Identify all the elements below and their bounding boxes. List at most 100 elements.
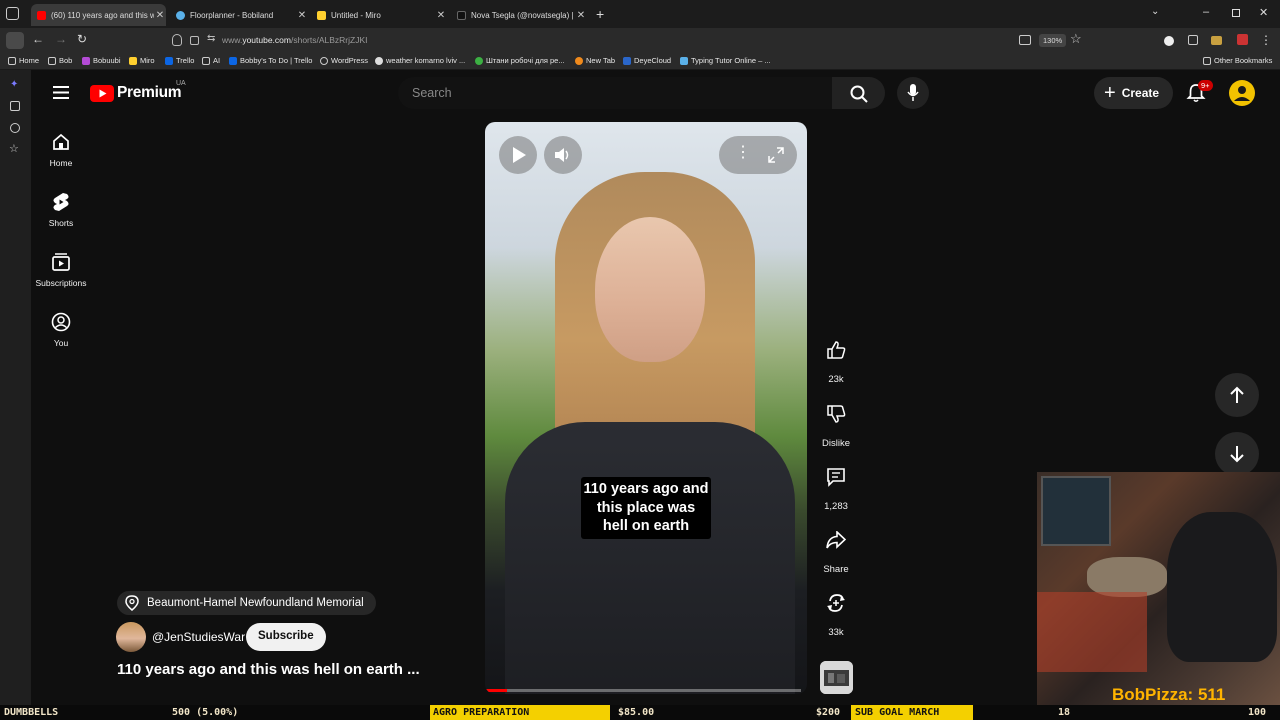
collections-icon[interactable] <box>10 101 20 111</box>
comment-icon <box>827 468 845 487</box>
reload-icon[interactable]: ↻ <box>77 32 87 46</box>
bookmark-bobbys-todo[interactable]: Bobby's To Do | Trello <box>229 56 312 65</box>
bookmark-ai[interactable]: AI <box>202 56 220 65</box>
volume-button[interactable] <box>544 136 582 174</box>
miro-favicon-icon <box>317 10 326 20</box>
create-button[interactable]: + Create <box>1094 77 1173 109</box>
bookmark-miro[interactable]: Miro <box>129 56 155 65</box>
previous-short-button[interactable] <box>1215 373 1259 417</box>
search-input[interactable]: Search <box>398 77 832 109</box>
next-short-button[interactable] <box>1215 432 1259 476</box>
history-icon[interactable] <box>10 123 20 133</box>
hamburger-menu-icon[interactable] <box>53 86 69 99</box>
bookmark-bobuubi[interactable]: Bobuubi <box>82 56 121 65</box>
extensions-puzzle-icon[interactable] <box>1188 35 1198 45</box>
extension-icon[interactable] <box>1164 36 1174 46</box>
volume-icon <box>555 148 569 162</box>
share-button[interactable]: Share <box>811 522 861 575</box>
bookmark-label: Home <box>19 56 40 65</box>
zoom-level[interactable]: 130% <box>1039 34 1067 47</box>
avatar[interactable] <box>1229 80 1255 106</box>
close-tab-icon[interactable]: ✕ <box>154 10 166 21</box>
video-subject-face <box>595 217 705 362</box>
location-pin-icon <box>125 595 139 611</box>
lock-icon[interactable] <box>190 36 199 45</box>
close-tab-icon[interactable]: ✕ <box>296 10 308 21</box>
voice-search-button[interactable] <box>897 77 929 109</box>
bookmark-home[interactable]: Home <box>8 56 39 65</box>
like-button[interactable]: 23k <box>811 332 861 385</box>
shield-icon[interactable] <box>172 34 182 46</box>
bookmark-weather[interactable]: weather komarno lviv ... <box>375 56 465 65</box>
short-title[interactable]: 110 years ago and this was hell on earth… <box>117 661 420 678</box>
more-options-icon[interactable]: ⋮ <box>735 145 751 161</box>
bookmark-bob[interactable]: Bob <box>48 56 72 65</box>
tab-actions-icon[interactable] <box>6 7 19 20</box>
bookmark-star-icon[interactable]: ☆ <box>1070 31 1082 47</box>
forward-icon[interactable]: → <box>55 32 67 46</box>
youtube-logo[interactable]: Premium <box>90 84 182 102</box>
dislike-button[interactable]: Dislike <box>811 396 861 449</box>
tab-label: Untitled - Miro <box>331 10 381 20</box>
bookmark-label: Other Bookmarks <box>1214 56 1273 65</box>
youtube-favicon-icon <box>37 10 46 20</box>
tab-tiktok[interactable]: Nova Tsegla (@novatsegla) | Ti ✕ <box>451 4 587 26</box>
search-button[interactable] <box>832 77 885 109</box>
subscribe-button[interactable]: Subscribe <box>246 623 326 651</box>
thumbs-down-icon <box>827 405 846 423</box>
channel-avatar[interactable] <box>116 622 146 652</box>
screenshot-icon[interactable] <box>1019 35 1031 45</box>
tab-youtube[interactable]: (60) 110 years ago and this was ✕ <box>31 4 166 26</box>
like-count: 23k <box>828 374 844 385</box>
menu-icon[interactable]: ⋮ <box>1260 33 1272 47</box>
close-tab-icon[interactable]: ✕ <box>575 10 587 21</box>
close-window-icon[interactable]: ✕ <box>1259 6 1268 19</box>
stream-ticker: DUMBBELLS 500 (5.00%) AGRO PREPARATION $… <box>0 705 1280 720</box>
favorites-icon[interactable]: ☆ <box>9 142 19 155</box>
bookmark-other[interactable]: Other Bookmarks <box>1203 56 1272 65</box>
video-progress-bar[interactable] <box>485 689 801 692</box>
maximize-icon[interactable] <box>1232 9 1240 17</box>
sidebar-item-subscriptions[interactable]: Subscriptions <box>31 252 91 288</box>
remix-button[interactable]: 33k <box>811 585 861 638</box>
tab-search-chevron-icon[interactable]: ⌄ <box>1151 6 1159 17</box>
short-video-player[interactable]: ⋮ 110 years ago and this place was hell … <box>485 122 807 694</box>
webcam-monitor <box>1041 476 1111 546</box>
location-chip[interactable]: Beaumont-Hamel Newfoundland Memorial <box>117 591 376 615</box>
bookmark-trello[interactable]: Trello <box>165 56 194 65</box>
bookmark-new-tab[interactable]: New Tab <box>575 56 615 65</box>
bookmark-wordpress[interactable]: WordPress <box>320 56 368 65</box>
video-subject-jacket <box>505 422 795 694</box>
comments-button[interactable]: 1,283 <box>811 459 861 512</box>
bookmark-deyecloud[interactable]: DeyeCloud <box>623 56 671 65</box>
arrow-up-icon <box>1230 386 1244 403</box>
sidebar-item-you[interactable]: You <box>31 312 91 348</box>
extension-badge-icon[interactable] <box>1237 34 1248 45</box>
fullscreen-icon[interactable] <box>768 147 784 163</box>
minimize-icon[interactable]: – <box>1203 6 1209 18</box>
webcam-label: BobPizza: 511 <box>1112 685 1226 704</box>
bookmark-label: weather komarno lviv ... <box>386 56 466 65</box>
sidebar-item-shorts[interactable]: Shorts <box>31 192 91 228</box>
site-settings-icon[interactable]: ⇆ <box>207 33 215 44</box>
bookmark-typing-tutor[interactable]: Typing Tutor Online – ... <box>680 56 771 65</box>
close-tab-icon[interactable]: ✕ <box>435 10 447 21</box>
bookmark-shtany[interactable]: Штани робочі для ре... <box>475 56 565 65</box>
tab-miro[interactable]: Untitled - Miro ✕ <box>311 4 447 26</box>
sidebar-item-home[interactable]: Home <box>31 132 91 168</box>
ticker-item: SUB GOAL MARCH <box>855 707 940 718</box>
url-field[interactable]: www.youtube.com/shorts/ALBzRrjZJKI <box>222 35 368 45</box>
folder-icon <box>202 56 210 65</box>
sound-thumbnail[interactable] <box>820 661 853 694</box>
back-icon[interactable]: ← <box>32 32 44 46</box>
sidebar-toggle-icon[interactable] <box>6 32 24 49</box>
play-button[interactable] <box>499 136 537 174</box>
new-tab-icon[interactable]: + <box>596 6 604 22</box>
tab-floorplanner[interactable]: Floorplanner - Bobiland ✕ <box>170 4 308 26</box>
copilot-icon[interactable]: ✦ <box>10 79 18 90</box>
channel-handle[interactable]: @JenStudiesWar <box>152 630 245 644</box>
play-icon <box>513 147 526 163</box>
remix-icon <box>827 594 845 612</box>
extension-icon[interactable] <box>1211 36 1222 45</box>
url-path: /shorts/ALBzRrjZJKI <box>290 35 368 45</box>
